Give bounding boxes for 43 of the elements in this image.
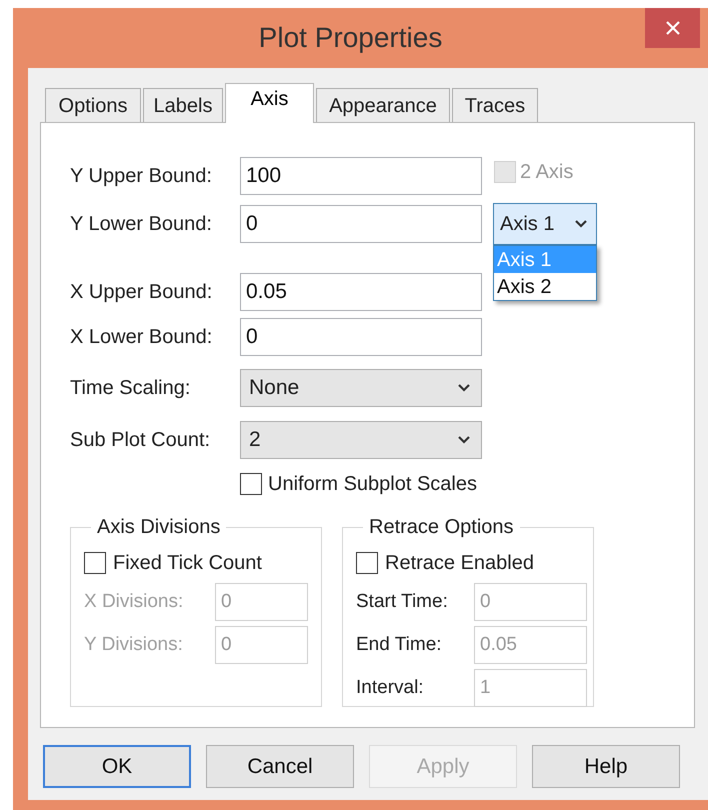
field-label: Start Time: [356, 590, 449, 614]
tab[interactable]: Axis [225, 83, 314, 123]
dropdown-option[interactable]: Axis 2 [494, 273, 596, 300]
dropdown-value: None [249, 375, 300, 402]
input-field[interactable]: 0 [240, 318, 482, 356]
field-label: Y Divisions: [84, 632, 184, 657]
field-label: End Time: [356, 632, 443, 657]
chevron-down-icon [457, 383, 471, 393]
tab[interactable]: Options [45, 88, 141, 122]
field-label: Sub Plot Count: [70, 428, 212, 453]
field-label: Time Scaling: [70, 376, 192, 401]
checkbox[interactable] [84, 552, 106, 574]
dialog-button[interactable]: Cancel [206, 745, 354, 788]
dialog-button[interactable]: OK [43, 745, 191, 788]
checkbox-label: Fixed Tick Count [113, 551, 262, 576]
dropdown[interactable]: 2 [240, 421, 482, 459]
close-button[interactable] [645, 8, 700, 48]
input-field[interactable]: 0.05 [240, 273, 482, 311]
field-label: Y Lower Bound: [70, 212, 213, 237]
dialog-button[interactable]: Help [532, 745, 680, 788]
checkbox[interactable] [240, 473, 262, 495]
field-label: Y Upper Bound: [70, 164, 213, 189]
field-label: Interval: [356, 676, 425, 700]
dropdown[interactable]: None [240, 369, 482, 407]
dropdown-value: 2 [249, 427, 261, 454]
dropdown-value: Axis 1 [500, 212, 554, 237]
chevron-down-icon [574, 219, 588, 229]
field-label: X Upper Bound: [70, 280, 214, 305]
checkbox-label: Uniform Subplot Scales [268, 472, 477, 497]
input-field[interactable]: 100 [240, 157, 482, 195]
field-label: X Lower Bound: [70, 325, 214, 350]
close-icon [666, 21, 680, 35]
window-title: Plot Properties [258, 21, 444, 55]
axis-dropdown[interactable]: Axis 1 [493, 203, 597, 245]
tab[interactable]: Traces [452, 88, 538, 122]
checkbox[interactable] [356, 552, 378, 574]
chevron-down-icon [457, 435, 471, 445]
field-label: X Divisions: [84, 590, 184, 614]
input-field[interactable]: 0 [240, 205, 482, 243]
tab[interactable]: Appearance [316, 88, 450, 122]
checkbox-label: Retrace Enabled [385, 551, 534, 576]
tab[interactable]: Labels [143, 88, 223, 122]
checkbox-label: 2 Axis [520, 160, 574, 185]
